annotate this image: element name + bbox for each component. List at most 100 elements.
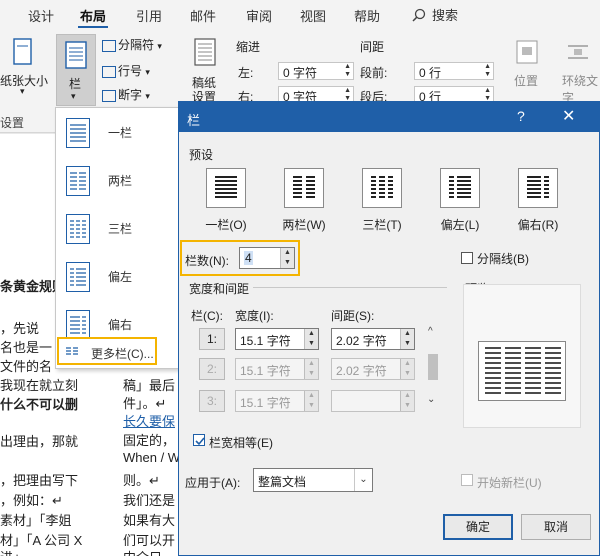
col-header: 栏(C):: [191, 309, 223, 323]
preset-one[interactable]: 一栏(O): [199, 168, 253, 233]
columns-menu: 一栏 两栏 三栏 偏左 偏右 更多栏(C)...: [55, 107, 179, 369]
chevron-down-icon: ▾: [145, 67, 150, 77]
chevron-down-icon: ⌄: [354, 469, 372, 491]
preset-one-icon: [206, 168, 246, 208]
menu-item-label: 两栏: [108, 174, 133, 188]
preset-three[interactable]: 三栏(T): [355, 168, 409, 233]
width-spinner[interactable]: ▲ ▼: [304, 329, 318, 349]
manuscript-icon: [194, 38, 216, 66]
one-column-icon: [66, 118, 90, 148]
preset-left[interactable]: 偏左(L): [433, 168, 487, 233]
chevron-down-icon[interactable]: ⌄: [427, 394, 435, 405]
num-columns-label: 栏数(N):: [185, 254, 229, 268]
menu-item-label: 三栏: [108, 222, 133, 236]
num-columns-spinner[interactable]: ▲ ▼: [280, 248, 294, 268]
preview-page: [478, 341, 566, 401]
doc-line: 内介只: [123, 547, 162, 556]
cancel-button[interactable]: 取消: [521, 514, 591, 540]
doc-line: 素材」「李姐: [0, 513, 72, 528]
menu-item-left[interactable]: 偏左: [56, 254, 178, 300]
spacing-header: 间距(S):: [331, 309, 375, 323]
preset-two[interactable]: 两栏(W): [277, 168, 331, 233]
width-spinner[interactable]: ▲ ▼: [304, 391, 318, 411]
preset-right[interactable]: 偏右(R): [511, 168, 565, 233]
width-header: 宽度(I):: [235, 309, 274, 323]
close-button[interactable]: ✕: [562, 106, 575, 126]
line-between-label: 分隔线(B): [477, 252, 529, 266]
breaks-icon: [102, 39, 116, 52]
doc-line: ，把理由写下: [0, 473, 79, 488]
menu-item-label: 一栏: [108, 126, 133, 140]
menu-item-label: 偏左: [108, 270, 133, 284]
more-columns-label: 更多栏(C)...: [91, 347, 154, 361]
width-spinner[interactable]: ▲ ▼: [304, 359, 318, 379]
menu-item-label: 偏右: [108, 318, 133, 332]
tab-mailings[interactable]: 邮件: [190, 6, 216, 25]
group-setup-label: 设置: [0, 116, 25, 130]
position-button[interactable]: 位置: [514, 72, 538, 89]
spinner-icon[interactable]: ▲ ▼: [484, 63, 491, 79]
ribbon-tab-bar: 设计 布局 引用 邮件 审阅 视图 帮助 搜索: [0, 0, 600, 29]
new-column-checkbox[interactable]: [461, 474, 473, 486]
doc-line: 固定的，: [123, 433, 176, 448]
position-icon: [516, 40, 538, 64]
hyphenation-icon: [102, 89, 116, 102]
indent-left-value: 0 字符: [283, 66, 318, 80]
two-columns-icon: [66, 166, 90, 196]
breaks-button[interactable]: 分隔符 ▾: [102, 36, 162, 53]
scrollbar-thumb[interactable]: [428, 354, 438, 380]
columns-scrollbar[interactable]: ^ ⌄: [427, 326, 439, 406]
spacing-before-input[interactable]: 0 行 ▲ ▼: [414, 62, 494, 80]
paper-size-icon: [13, 38, 32, 65]
spacing-before-value: 0 行: [419, 66, 442, 80]
left-column-icon: [66, 262, 90, 292]
doc-line: 件」。↵: [123, 396, 167, 411]
tab-references[interactable]: 引用: [136, 6, 162, 25]
spacing-spinner[interactable]: ▲ ▼: [400, 359, 414, 379]
columns-button[interactable]: 栏 ▾: [56, 34, 96, 106]
equal-width-checkbox[interactable]: [193, 434, 205, 446]
divider: [253, 287, 447, 288]
spacing-before-label: 段前:: [360, 66, 388, 80]
menu-item-two-columns[interactable]: 两栏: [56, 158, 178, 204]
line-numbers-label: 行号: [118, 64, 143, 78]
tab-view[interactable]: 视图: [300, 6, 326, 25]
more-columns-button[interactable]: 更多栏(C)...: [57, 337, 157, 365]
dialog-title: 栏: [187, 113, 201, 128]
doc-line: 则。↵: [123, 473, 160, 488]
search-box[interactable]: 搜索: [412, 5, 458, 24]
spacing-header: 间距: [360, 40, 385, 54]
preset-right-icon: [518, 168, 558, 208]
hyphenation-button[interactable]: 断字 ▾: [102, 86, 150, 103]
tab-help[interactable]: 帮助: [354, 6, 380, 25]
indent-left-input[interactable]: 0 字符 ▲ ▼: [278, 62, 354, 80]
preset-three-icon: [362, 168, 402, 208]
spacing-spinner[interactable]: ▲ ▼: [400, 391, 414, 411]
tab-design[interactable]: 设计: [28, 6, 54, 25]
apply-to-select[interactable]: 整篇文档 ⌄: [253, 468, 373, 492]
wrap-text-icon: [568, 45, 588, 59]
menu-item-one-column[interactable]: 一栏: [56, 110, 178, 156]
columns-dialog: 栏 ? ✕ 预设 一栏(O) 两栏(W) 三栏(T) 偏左(L) 偏右(R) 栏…: [178, 101, 600, 556]
ok-button[interactable]: 确定: [443, 514, 513, 540]
chevron-up-icon[interactable]: ^: [428, 326, 433, 337]
spinner-icon[interactable]: ▲ ▼: [344, 63, 351, 79]
doc-line: 名也是一: [0, 340, 53, 355]
line-numbers-button[interactable]: 行号 ▾: [102, 62, 150, 79]
spacing-spinner[interactable]: ▲ ▼: [400, 329, 414, 349]
doc-line: 进」: [0, 547, 26, 556]
more-columns-icon: [66, 347, 78, 355]
tab-layout[interactable]: 布局: [77, 6, 109, 29]
chevron-down-icon: ▾: [20, 86, 25, 96]
columns-icon: [65, 41, 87, 69]
search-label: 搜索: [432, 8, 459, 23]
menu-item-three-columns[interactable]: 三栏: [56, 206, 178, 252]
dialog-titlebar: 栏 ? ✕: [179, 102, 599, 132]
column-width-value: 15.1 字符: [240, 396, 291, 410]
preset-left-label: 偏左(L): [440, 218, 480, 232]
tab-review[interactable]: 审阅: [246, 6, 272, 25]
doc-line: 文件的名: [0, 359, 53, 374]
line-between-checkbox[interactable]: [461, 252, 473, 264]
help-button[interactable]: ?: [517, 108, 525, 124]
column-number: 1:: [199, 328, 225, 350]
